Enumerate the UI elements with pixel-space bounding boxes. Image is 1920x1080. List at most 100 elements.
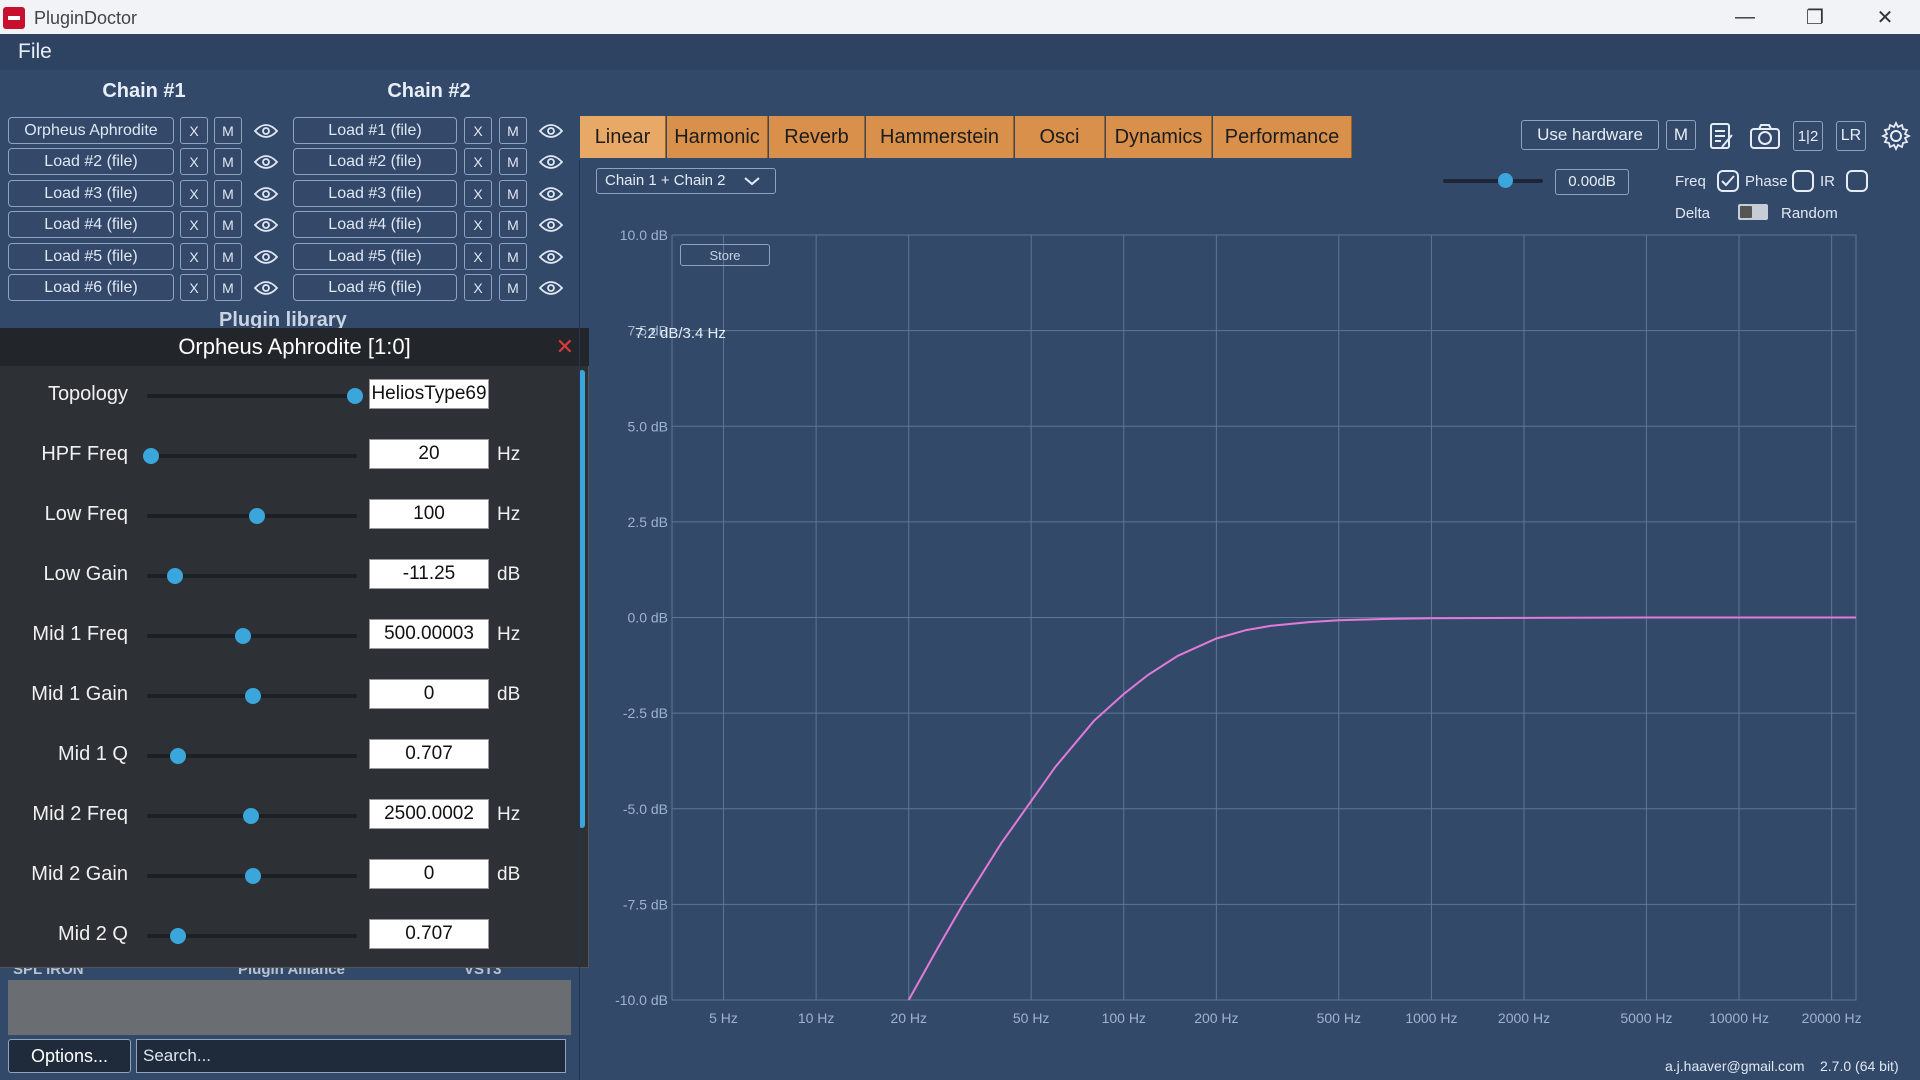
- param-slider-knob[interactable]: [169, 928, 186, 944]
- chain-2-slot-2[interactable]: Load #2 (file): [293, 148, 457, 175]
- restore-button[interactable]: ❐: [1780, 0, 1850, 34]
- param-value-field[interactable]: 2500.0002: [369, 799, 489, 829]
- chain-2-slot-4-mute-button[interactable]: M: [499, 211, 527, 238]
- chain-1-slot-3-mute-button[interactable]: M: [214, 180, 242, 207]
- param-slider-knob[interactable]: [242, 808, 259, 824]
- chain-1-slot-2[interactable]: Load #2 (file): [8, 148, 174, 175]
- tab-performance[interactable]: Performance: [1213, 116, 1352, 158]
- close-window-button[interactable]: ✕: [1850, 0, 1920, 34]
- param-value-field[interactable]: -11.25: [369, 559, 489, 589]
- param-value-field[interactable]: HeliosType69: [369, 379, 489, 409]
- param-value-field[interactable]: 0.707: [369, 919, 489, 949]
- plugin-library-list[interactable]: [8, 980, 571, 1035]
- menu-file[interactable]: File: [18, 40, 52, 64]
- param-row: Low Freq 100 Hz: [0, 493, 589, 537]
- chain-2-slot-1-eye-icon[interactable]: [538, 117, 564, 144]
- chain-2-slot-1[interactable]: Load #1 (file): [293, 117, 457, 144]
- param-row: Mid 1 Freq 500.00003 Hz: [0, 613, 589, 657]
- chain-1-slot-6[interactable]: Load #6 (file): [8, 274, 174, 301]
- param-row: Mid 2 Gain 0 dB: [0, 853, 589, 897]
- param-slider[interactable]: [147, 634, 357, 638]
- chain-1-slot-3-eye-icon[interactable]: [253, 180, 279, 207]
- chain-1-slot-4[interactable]: Load #4 (file): [8, 211, 174, 238]
- options-button[interactable]: Options...: [8, 1039, 131, 1073]
- chain-1-slot-4-remove-button[interactable]: X: [180, 211, 208, 238]
- chain-2-slot-3-eye-icon[interactable]: [538, 180, 564, 207]
- param-slider-knob[interactable]: [249, 508, 266, 524]
- chain-2-slot-5-mute-button[interactable]: M: [499, 243, 527, 270]
- param-slider[interactable]: [147, 394, 357, 398]
- param-label: Mid 1 Freq: [32, 623, 128, 645]
- chain-1-slot-5-remove-button[interactable]: X: [180, 243, 208, 270]
- chain-2-slot-6-mute-button[interactable]: M: [499, 274, 527, 301]
- chain-2-slot-3[interactable]: Load #3 (file): [293, 180, 457, 207]
- chain-2-slot-1-remove-button[interactable]: X: [464, 117, 492, 144]
- param-slider[interactable]: [147, 454, 357, 458]
- search-input[interactable]: [136, 1039, 566, 1073]
- chain-1-slot-6-eye-icon[interactable]: [253, 274, 279, 301]
- chain-2-slot-4-eye-icon[interactable]: [538, 211, 564, 238]
- chain-1-slot-3-remove-button[interactable]: X: [180, 180, 208, 207]
- tab-dynamics[interactable]: Dynamics: [1106, 116, 1212, 158]
- tab-harmonic[interactable]: Harmonic: [667, 116, 768, 158]
- chain-1-slot-1-mute-button[interactable]: M: [214, 117, 242, 144]
- param-slider-knob[interactable]: [245, 688, 261, 704]
- chain-2-slot-3-mute-button[interactable]: M: [499, 180, 527, 207]
- chain-1-slot-2-mute-button[interactable]: M: [214, 148, 242, 175]
- chain-2-slot-6[interactable]: Load #6 (file): [293, 274, 457, 301]
- chain-1-slot-1[interactable]: Orpheus Aphrodite: [8, 117, 174, 144]
- chain-2-slot-2-mute-button[interactable]: M: [499, 148, 527, 175]
- param-label: Low Freq: [44, 503, 128, 525]
- param-slider-knob[interactable]: [167, 568, 184, 584]
- plugin-close-icon[interactable]: ✕: [556, 334, 574, 360]
- notes-icon[interactable]: [1704, 119, 1738, 153]
- chain-2-slot-5[interactable]: Load #5 (file): [293, 243, 457, 270]
- param-value-field[interactable]: 0.707: [369, 739, 489, 769]
- param-value-field[interactable]: 500.00003: [369, 619, 489, 649]
- chain-1-slot-6-mute-button[interactable]: M: [214, 274, 242, 301]
- chain-1-slot-6-remove-button[interactable]: X: [180, 274, 208, 301]
- chain-2-slot-6-eye-icon[interactable]: [538, 274, 564, 301]
- param-slider-knob[interactable]: [234, 628, 251, 644]
- store-button[interactable]: Store: [680, 244, 770, 266]
- chain-2-slot-5-remove-button[interactable]: X: [464, 243, 492, 270]
- param-value-field[interactable]: 100: [369, 499, 489, 529]
- settings-gear-icon[interactable]: [1879, 119, 1913, 153]
- chain-1-slot-4-mute-button[interactable]: M: [214, 211, 242, 238]
- chain-2-slot-5-eye-icon[interactable]: [538, 243, 564, 270]
- chain-2-slot-2-remove-button[interactable]: X: [464, 148, 492, 175]
- param-slider-knob[interactable]: [245, 868, 261, 884]
- tab-osci[interactable]: Osci: [1015, 116, 1105, 158]
- one-two-button[interactable]: 1|2: [1793, 121, 1823, 151]
- camera-icon[interactable]: [1748, 119, 1782, 153]
- lr-button[interactable]: LR: [1836, 121, 1866, 151]
- chain-1-slot-5-mute-button[interactable]: M: [214, 243, 242, 270]
- tab-reverb[interactable]: Reverb: [769, 116, 865, 158]
- param-value-field[interactable]: 0: [369, 859, 489, 889]
- graph-mute-button[interactable]: M: [1666, 120, 1696, 150]
- chain-1-slot-1-eye-icon[interactable]: [253, 117, 279, 144]
- param-value-field[interactable]: 0: [369, 679, 489, 709]
- param-slider-knob[interactable]: [143, 448, 159, 464]
- chain-1-slot-1-remove-button[interactable]: X: [180, 117, 208, 144]
- param-slider-knob[interactable]: [169, 748, 186, 764]
- chain-2-slot-3-remove-button[interactable]: X: [464, 180, 492, 207]
- chain-2-slot-4[interactable]: Load #4 (file): [293, 211, 457, 238]
- window-title: PluginDoctor: [34, 8, 138, 28]
- tab-linear[interactable]: Linear: [580, 116, 666, 158]
- chain-1-slot-4-eye-icon[interactable]: [253, 211, 279, 238]
- chain-2-slot-1-mute-button[interactable]: M: [499, 117, 527, 144]
- chain-1-slot-2-remove-button[interactable]: X: [180, 148, 208, 175]
- param-value-field[interactable]: 20: [369, 439, 489, 469]
- chain-1-slot-5-eye-icon[interactable]: [253, 243, 279, 270]
- chain-1-slot-5[interactable]: Load #5 (file): [8, 243, 174, 270]
- use-hardware-button[interactable]: Use hardware: [1521, 120, 1659, 150]
- tab-hammerstein[interactable]: Hammerstein: [866, 116, 1014, 158]
- chain-2-slot-2-eye-icon[interactable]: [538, 148, 564, 175]
- chain-1-slot-3[interactable]: Load #3 (file): [8, 180, 174, 207]
- param-slider-knob[interactable]: [347, 388, 363, 404]
- chain-2-slot-4-remove-button[interactable]: X: [464, 211, 492, 238]
- chain-2-slot-6-remove-button[interactable]: X: [464, 274, 492, 301]
- minimize-button[interactable]: —: [1710, 0, 1780, 34]
- chain-1-slot-2-eye-icon[interactable]: [253, 148, 279, 175]
